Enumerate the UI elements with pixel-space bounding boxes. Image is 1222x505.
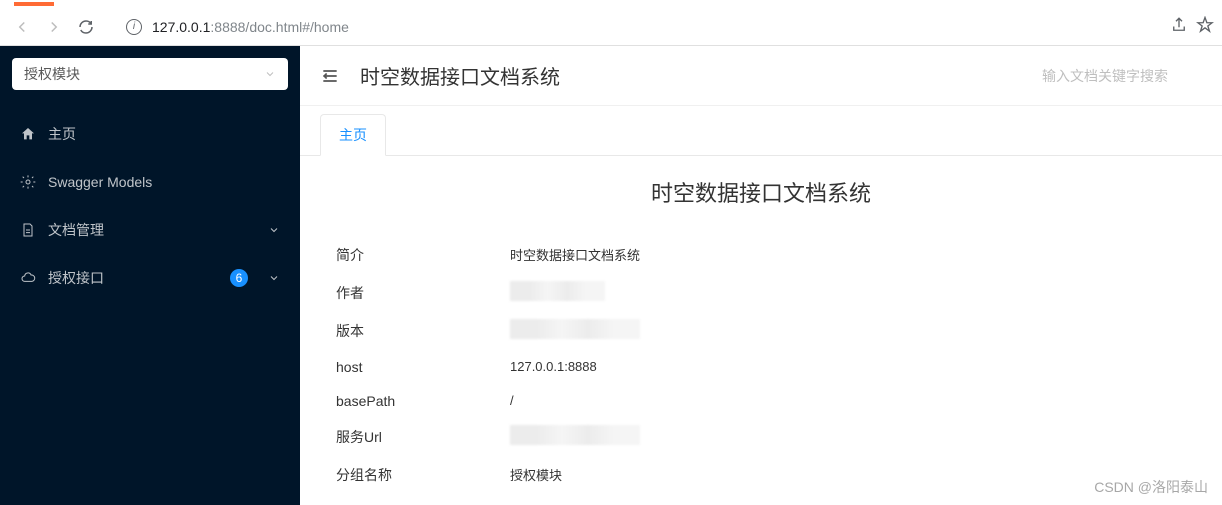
forward-button[interactable] xyxy=(40,13,68,41)
cloud-icon xyxy=(20,270,36,286)
detail-label: 服务Url xyxy=(330,427,510,447)
detail-label: basePath xyxy=(330,393,510,409)
detail-row-author: 作者 xyxy=(330,274,1192,312)
browser-address-bar: i 127.0.0.1:8888/doc.html#/home xyxy=(0,8,1222,46)
home-icon xyxy=(20,126,36,142)
chevron-down-icon xyxy=(264,68,276,80)
detail-label: host xyxy=(330,359,510,375)
doc-icon xyxy=(20,222,36,238)
models-icon xyxy=(20,174,36,190)
chevron-down-icon xyxy=(268,272,280,284)
sidebar-item-label: 主页 xyxy=(48,124,280,144)
site-info-icon[interactable]: i xyxy=(126,19,142,35)
search-input[interactable] xyxy=(1042,68,1202,84)
sidebar-item-doc-manage[interactable]: 文档管理 xyxy=(0,206,300,254)
detail-label: 分组名称 xyxy=(330,465,510,485)
top-header: 时空数据接口文档系统 xyxy=(300,46,1222,106)
detail-label: 作者 xyxy=(330,283,510,303)
sidebar: 授权模块 主页 Swagger Models 文档管理 授权接口 6 xyxy=(0,46,300,505)
sidebar-item-models[interactable]: Swagger Models xyxy=(0,158,300,206)
bookmark-button[interactable] xyxy=(1196,16,1214,37)
detail-value: 授权模块 xyxy=(510,465,1192,485)
module-selector-label: 授权模块 xyxy=(24,64,80,84)
content-body: 时空数据接口文档系统 简介 时空数据接口文档系统 作者 版本 host 127.… xyxy=(300,156,1222,505)
detail-value-redacted xyxy=(510,427,1192,447)
module-selector[interactable]: 授权模块 xyxy=(12,58,288,90)
sidebar-item-home[interactable]: 主页 xyxy=(0,110,300,158)
chevron-down-icon xyxy=(268,224,280,236)
detail-value-redacted xyxy=(510,321,1192,341)
sidebar-item-label: 文档管理 xyxy=(48,220,256,240)
sidebar-menu: 主页 Swagger Models 文档管理 授权接口 6 xyxy=(0,102,300,302)
detail-label: 版本 xyxy=(330,321,510,341)
star-icon xyxy=(1196,16,1214,34)
sidebar-item-label: Swagger Models xyxy=(48,174,280,190)
detail-row-version: 版本 xyxy=(330,312,1192,350)
detail-row-basepath: basePath / xyxy=(330,384,1192,418)
tabs-row: 主页 xyxy=(300,106,1222,156)
share-button[interactable] xyxy=(1170,16,1188,37)
detail-table: 简介 时空数据接口文档系统 作者 版本 host 127.0.0.1:8888 … xyxy=(330,236,1192,505)
browser-tab-strip xyxy=(0,0,1222,8)
page-title: 时空数据接口文档系统 xyxy=(360,61,1022,90)
detail-value-redacted xyxy=(510,283,1192,303)
reload-button[interactable] xyxy=(72,13,100,41)
menu-fold-icon xyxy=(320,66,340,86)
tab-home[interactable]: 主页 xyxy=(320,114,386,156)
url-host: 127.0.0.1 xyxy=(152,19,210,35)
detail-value: 时空数据接口文档系统 xyxy=(510,245,1192,265)
sidebar-item-auth-api[interactable]: 授权接口 6 xyxy=(0,254,300,302)
detail-row-serviceurl: 服务Url xyxy=(330,418,1192,456)
detail-row-host: host 127.0.0.1:8888 xyxy=(330,350,1192,384)
url-path: :8888/doc.html#/home xyxy=(210,19,349,35)
detail-row-groupname: 分组名称 授权模块 xyxy=(330,456,1192,494)
detail-row-intro: 简介 时空数据接口文档系统 xyxy=(330,236,1192,274)
reload-icon xyxy=(77,18,95,36)
collapse-sidebar-button[interactable] xyxy=(320,66,340,86)
detail-label: 简介 xyxy=(330,245,510,265)
share-icon xyxy=(1170,16,1188,34)
detail-value: / xyxy=(510,393,1192,409)
arrow-right-icon xyxy=(45,18,63,36)
back-button[interactable] xyxy=(8,13,36,41)
arrow-left-icon xyxy=(13,18,31,36)
detail-row-groupurl: 分组Url /v2/api-docs?group=授权模块 xyxy=(330,494,1192,505)
url-input[interactable]: i 127.0.0.1:8888/doc.html#/home xyxy=(112,13,1158,41)
count-badge: 6 xyxy=(230,269,248,287)
detail-value: 127.0.0.1:8888 xyxy=(510,359,1192,375)
main-content: 时空数据接口文档系统 主页 时空数据接口文档系统 简介 时空数据接口文档系统 作… xyxy=(300,46,1222,505)
content-title: 时空数据接口文档系统 xyxy=(330,176,1192,208)
sidebar-item-label: 授权接口 xyxy=(48,268,218,288)
